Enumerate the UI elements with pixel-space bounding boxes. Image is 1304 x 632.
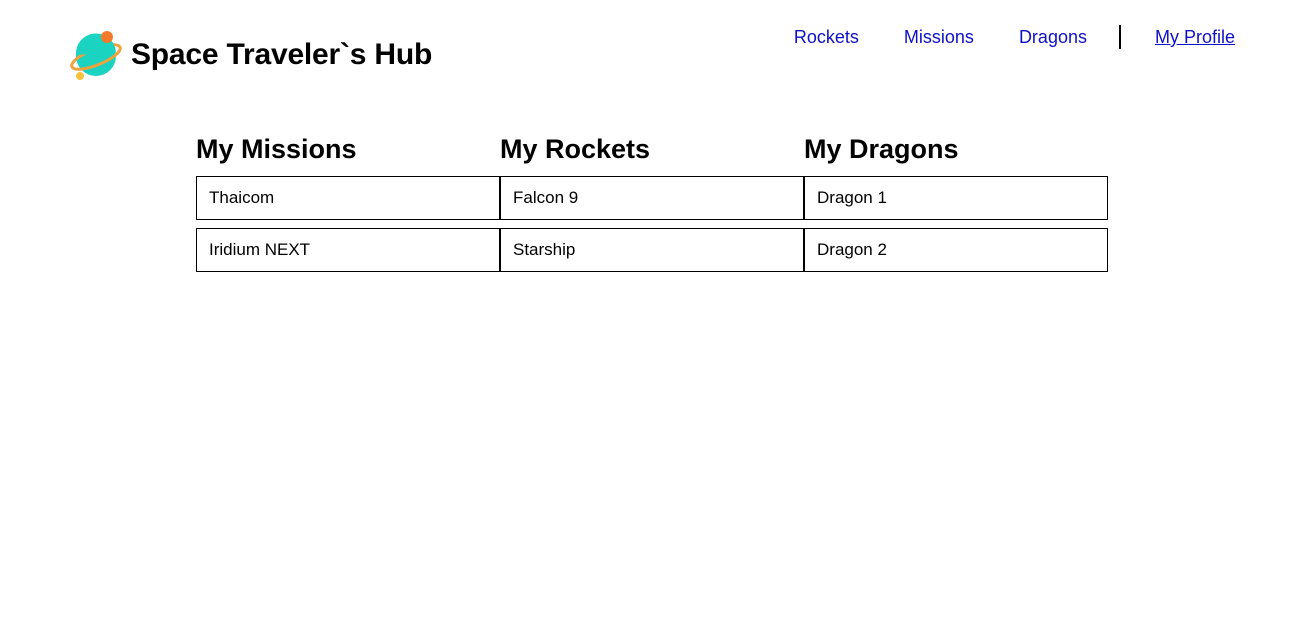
mission-list-item: Iridium NEXT bbox=[196, 228, 500, 272]
rocket-list-item: Starship bbox=[500, 228, 804, 272]
dragon-list-item: Dragon 2 bbox=[804, 228, 1108, 272]
my-rockets-list: Falcon 9 Starship bbox=[500, 176, 804, 272]
nav-divider bbox=[1118, 25, 1121, 49]
my-missions-section: My Missions Thaicom Iridium NEXT bbox=[196, 132, 500, 280]
rocket-list-item: Falcon 9 bbox=[500, 176, 804, 220]
mission-list-item: Thaicom bbox=[196, 176, 500, 220]
my-rockets-heading: My Rockets bbox=[500, 134, 651, 164]
app-title: Space Traveler`s Hub bbox=[131, 38, 433, 71]
nav-link-my-profile[interactable]: My Profile bbox=[1155, 24, 1235, 50]
profile-page: My Missions Thaicom Iridium NEXT My Rock… bbox=[196, 132, 1108, 280]
site-header: Space Traveler`s Hub Rockets Missions Dr… bbox=[0, 0, 1304, 100]
my-dragons-list: Dragon 1 Dragon 2 bbox=[804, 176, 1108, 272]
nav-link-rockets[interactable]: Rockets bbox=[794, 24, 859, 50]
nav-link-missions[interactable]: Missions bbox=[904, 24, 974, 50]
my-missions-list: Thaicom Iridium NEXT bbox=[196, 176, 500, 272]
my-dragons-heading: My Dragons bbox=[804, 134, 959, 164]
my-dragons-section: My Dragons Dragon 1 Dragon 2 bbox=[804, 132, 1108, 280]
dragon-list-item: Dragon 1 bbox=[804, 176, 1108, 220]
main-nav: Rockets Missions Dragons My Profile bbox=[794, 24, 1235, 50]
brand[interactable]: Space Traveler`s Hub bbox=[70, 28, 432, 82]
my-rockets-section: My Rockets Falcon 9 Starship bbox=[500, 132, 804, 280]
my-missions-heading: My Missions bbox=[196, 134, 357, 164]
planet-icon bbox=[70, 31, 122, 80]
nav-link-dragons[interactable]: Dragons bbox=[1019, 24, 1087, 50]
